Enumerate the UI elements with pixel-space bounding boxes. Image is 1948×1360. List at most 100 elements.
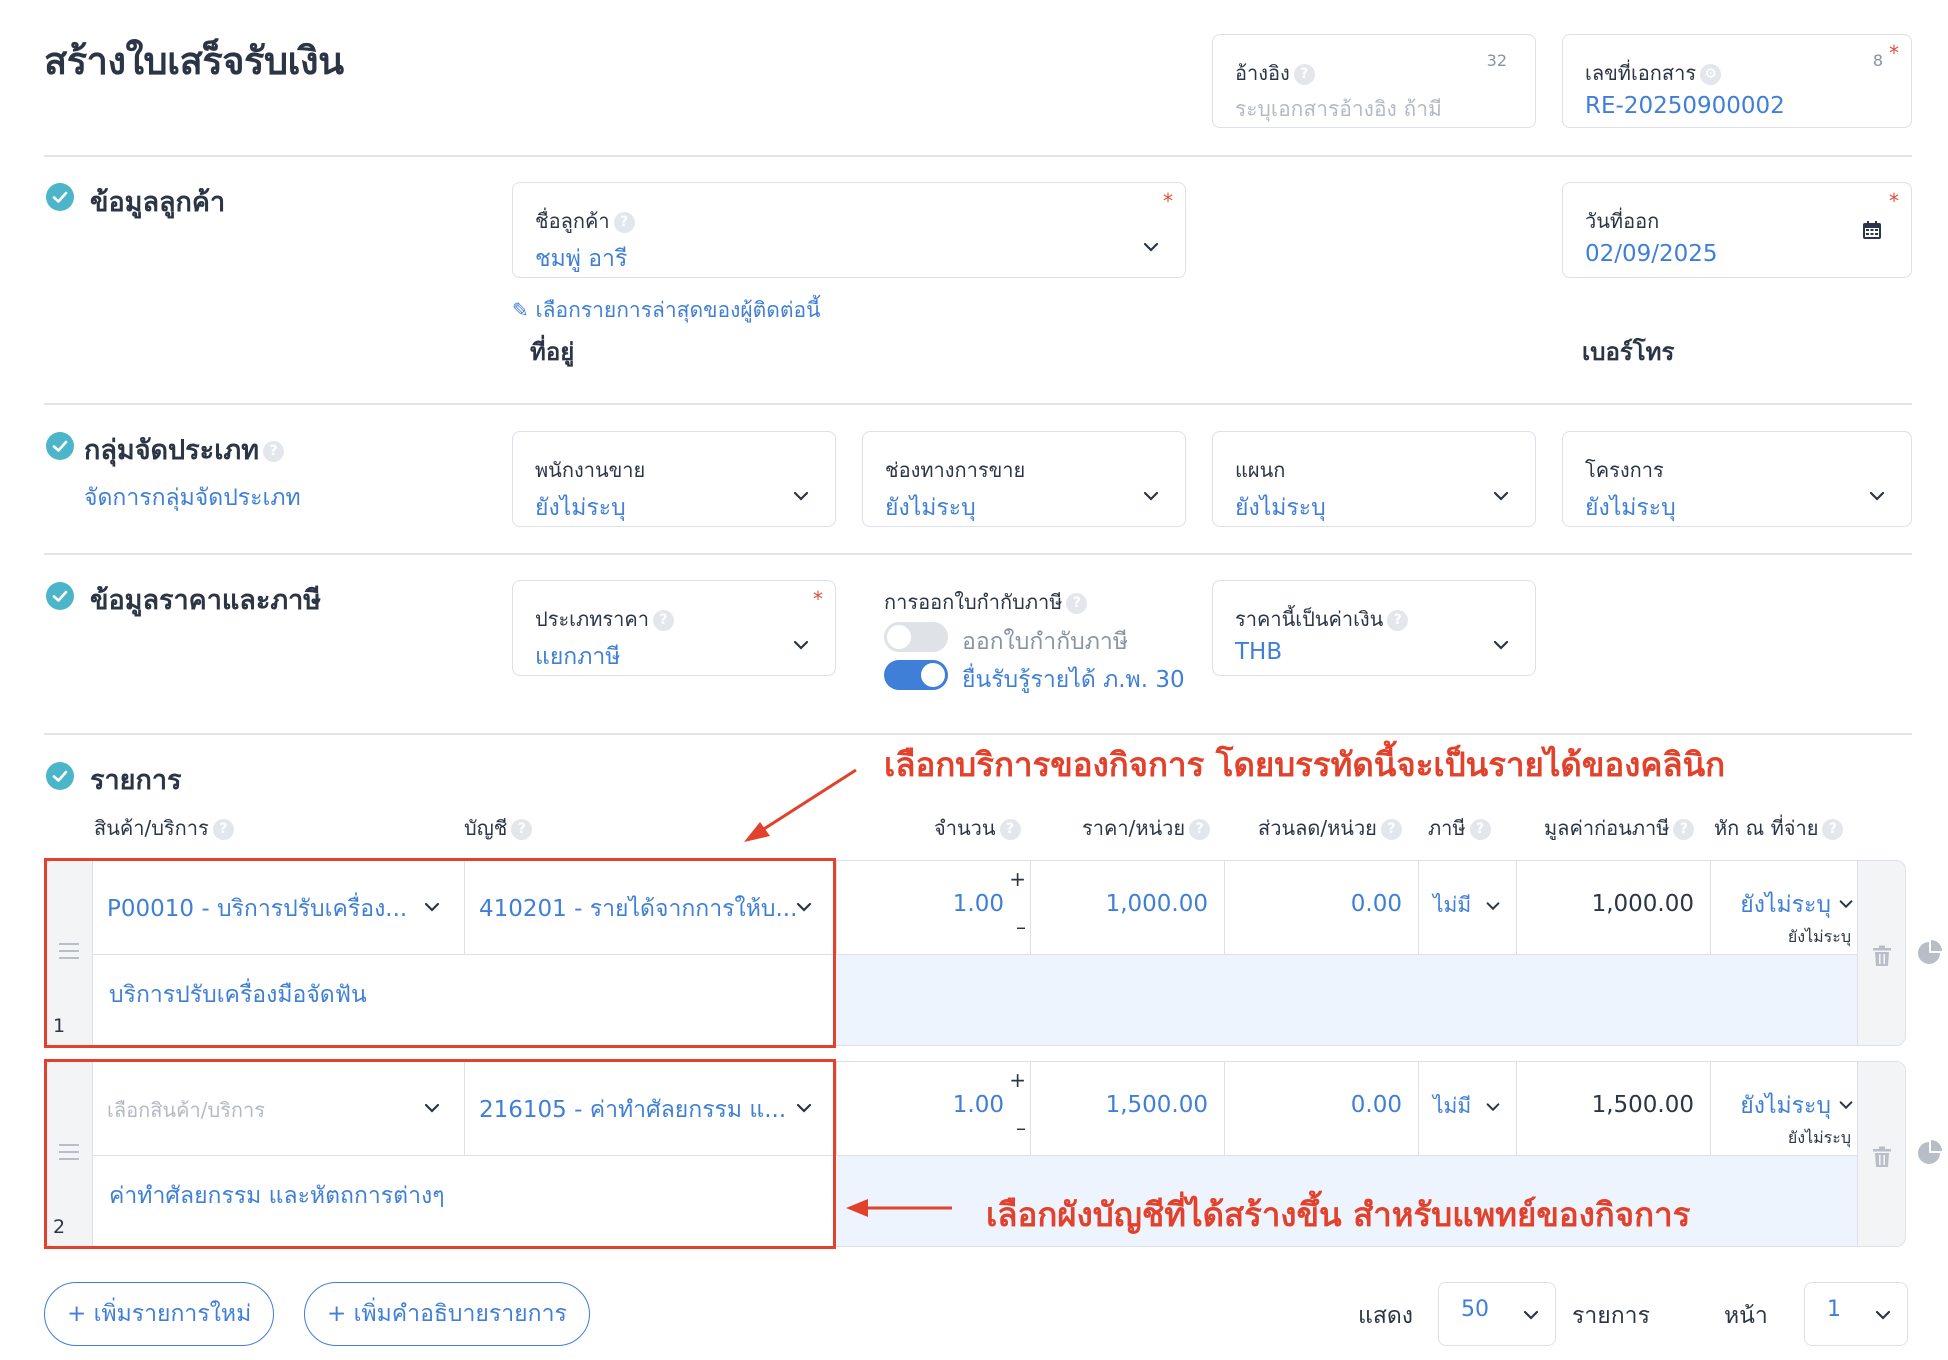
- plus-icon[interactable]: +: [1009, 867, 1026, 891]
- trash-icon[interactable]: [1872, 1146, 1892, 1168]
- reference-field[interactable]: อ้างอิง? 32 ระบุเอกสารอ้างอิง ถ้ามี: [1212, 34, 1536, 128]
- tax-value: ไม่มี: [1433, 1094, 1472, 1118]
- pie-chart-icon[interactable]: [1916, 940, 1942, 966]
- discount-input[interactable]: 0.00: [1225, 861, 1419, 955]
- chevron-down-icon: [1486, 902, 1500, 911]
- qty-stepper[interactable]: 1.00 + –: [837, 861, 1031, 955]
- recent-contact-link[interactable]: ✎ เลือกรายการล่าสุดของผู้ติดต่อนี้: [512, 294, 821, 327]
- manage-groups-link[interactable]: จัดการกลุ่มจัดประเภท: [84, 480, 301, 516]
- pricing-section-title: ข้อมูลราคาและภาษี: [90, 585, 322, 616]
- help-icon[interactable]: ?: [263, 441, 285, 462]
- wht-select[interactable]: ยังไม่ระบุ ยังไม่ระบุ: [1711, 861, 1859, 955]
- items-label: รายการ: [1572, 1303, 1650, 1329]
- tax-invoice-toggle[interactable]: [884, 622, 948, 652]
- sales-channel-value: ยังไม่ระบุ: [885, 495, 976, 521]
- wht-sub: ยังไม่ระบุ: [1787, 927, 1851, 946]
- help-icon[interactable]: ?: [1387, 610, 1409, 631]
- per-page-select[interactable]: 50: [1438, 1282, 1556, 1346]
- add-item-button[interactable]: + เพิ่มรายการใหม่: [44, 1282, 275, 1346]
- gear-icon[interactable]: ⚙: [1700, 64, 1722, 85]
- amount-value: 1,000.00: [1591, 891, 1694, 917]
- minus-icon[interactable]: –: [1016, 1116, 1026, 1140]
- page-select[interactable]: 1: [1804, 1282, 1908, 1346]
- customer-name-select[interactable]: ชื่อลูกค้า? * ชมพู่ อารี: [512, 182, 1186, 278]
- help-icon[interactable]: ?: [1822, 819, 1844, 840]
- issue-date-field[interactable]: วันที่ออก * 02/09/2025: [1562, 182, 1912, 278]
- arrow-icon: [744, 768, 857, 842]
- page-value: 1: [1827, 1297, 1841, 1322]
- chevron-down-icon: [1493, 491, 1509, 501]
- price-value: 1,000.00: [1105, 891, 1208, 917]
- help-icon[interactable]: ?: [1469, 819, 1491, 840]
- discount-value: 0.00: [1350, 891, 1402, 917]
- highlight-box: [44, 858, 836, 1048]
- customer-name-label: ชื่อลูกค้า: [535, 209, 610, 233]
- help-icon[interactable]: ?: [652, 610, 674, 631]
- help-icon[interactable]: ?: [1189, 819, 1211, 840]
- chevron-down-icon: [1875, 1310, 1891, 1320]
- help-icon[interactable]: ?: [511, 819, 533, 840]
- add-description-button[interactable]: + เพิ่มคำอธิบายรายการ: [304, 1282, 590, 1346]
- pp30-toggle-label: ยื่นรับรู้รายได้ ภ.พ. 30: [962, 667, 1185, 693]
- required-marker: *: [813, 587, 823, 611]
- help-icon[interactable]: ?: [999, 819, 1021, 840]
- page-title: สร้างใบเสร็จรับเงิน: [44, 39, 344, 83]
- annotation-bottom: เลือกผังบัญชีที่ได้สร้างขึ้น สำหรับแพทย์…: [986, 1195, 1691, 1234]
- doc-number-label: เลขที่เอกสาร: [1585, 61, 1697, 85]
- qty-stepper[interactable]: 1.00 + –: [837, 1062, 1031, 1156]
- chevron-down-icon: [1486, 1103, 1500, 1112]
- sales-channel-select[interactable]: ช่องทางการขาย ยังไม่ระบุ: [862, 431, 1186, 527]
- chevron-down-icon: [793, 640, 809, 650]
- wht-sub: ยังไม่ระบุ: [1787, 1128, 1851, 1147]
- chevron-down-icon: [1869, 491, 1885, 501]
- chevron-down-icon: [1523, 1310, 1539, 1320]
- customer-section-title: ข้อมูลลูกค้า: [90, 187, 226, 218]
- check-icon: [46, 432, 74, 460]
- help-icon[interactable]: ?: [1293, 64, 1315, 85]
- wht-select[interactable]: ยังไม่ระบุ ยังไม่ระบุ: [1711, 1062, 1859, 1156]
- help-icon[interactable]: ?: [1066, 593, 1088, 614]
- help-icon[interactable]: ?: [1673, 819, 1695, 840]
- per-page-value: 50: [1461, 1297, 1489, 1322]
- chevron-down-icon: [1143, 242, 1159, 252]
- project-select[interactable]: โครงการ ยังไม่ระบุ: [1562, 431, 1912, 527]
- doc-number-counter: 8: [1872, 51, 1883, 70]
- phone-label: เบอร์โทร: [1582, 338, 1675, 366]
- col-product: สินค้า/บริการ: [94, 816, 209, 840]
- salesperson-value: ยังไม่ระบุ: [535, 495, 626, 521]
- price-input[interactable]: 1,000.00: [1031, 861, 1225, 955]
- tax-select[interactable]: ไม่มี: [1419, 1062, 1517, 1156]
- department-select[interactable]: แผนก ยังไม่ระบุ: [1212, 431, 1536, 527]
- discount-value: 0.00: [1350, 1092, 1402, 1118]
- discount-input[interactable]: 0.00: [1225, 1062, 1419, 1156]
- currency-select[interactable]: ราคานี้เป็นค่าเงิน? THB: [1212, 580, 1536, 676]
- magic-wand-icon: ✎: [512, 298, 529, 322]
- salesperson-select[interactable]: พนักงานขาย ยังไม่ระบุ: [512, 431, 836, 527]
- pie-chart-icon[interactable]: [1916, 1140, 1942, 1166]
- trash-icon[interactable]: [1872, 945, 1892, 967]
- doc-number-value: RE-20250900002: [1585, 93, 1785, 119]
- calendar-icon[interactable]: [1861, 219, 1883, 241]
- items-section-title: รายการ: [90, 765, 182, 796]
- issue-date-label: วันที่ออก: [1585, 209, 1660, 233]
- project-value: ยังไม่ระบุ: [1585, 495, 1676, 521]
- wht-value: ยังไม่ระบุ: [1740, 1093, 1831, 1119]
- highlight-box: [44, 1059, 836, 1249]
- project-label: โครงการ: [1585, 458, 1664, 482]
- price-input[interactable]: 1,500.00: [1031, 1062, 1225, 1156]
- doc-number-field[interactable]: เลขที่เอกสาร ⚙ 8 * RE-20250900002: [1562, 34, 1912, 128]
- recent-contact-link-label: เลือกรายการล่าสุดของผู้ติดต่อนี้: [535, 298, 821, 322]
- price-value: 1,500.00: [1105, 1092, 1208, 1118]
- help-icon[interactable]: ?: [212, 819, 234, 840]
- plus-icon[interactable]: +: [1009, 1068, 1026, 1092]
- help-icon[interactable]: ?: [1380, 819, 1402, 840]
- col-discount: ส่วนลด/หน่วย: [1258, 816, 1377, 840]
- col-price: ราคา/หน่วย: [1082, 816, 1186, 840]
- help-icon[interactable]: ?: [613, 212, 635, 233]
- sales-channel-label: ช่องทางการขาย: [885, 458, 1026, 482]
- minus-icon[interactable]: –: [1016, 915, 1026, 939]
- tax-select[interactable]: ไม่มี: [1419, 861, 1517, 955]
- qty-value: 1.00: [952, 1092, 1004, 1118]
- price-type-select[interactable]: ประเภทราคา? * แยกภาษี: [512, 580, 836, 676]
- pp30-toggle[interactable]: [884, 660, 948, 690]
